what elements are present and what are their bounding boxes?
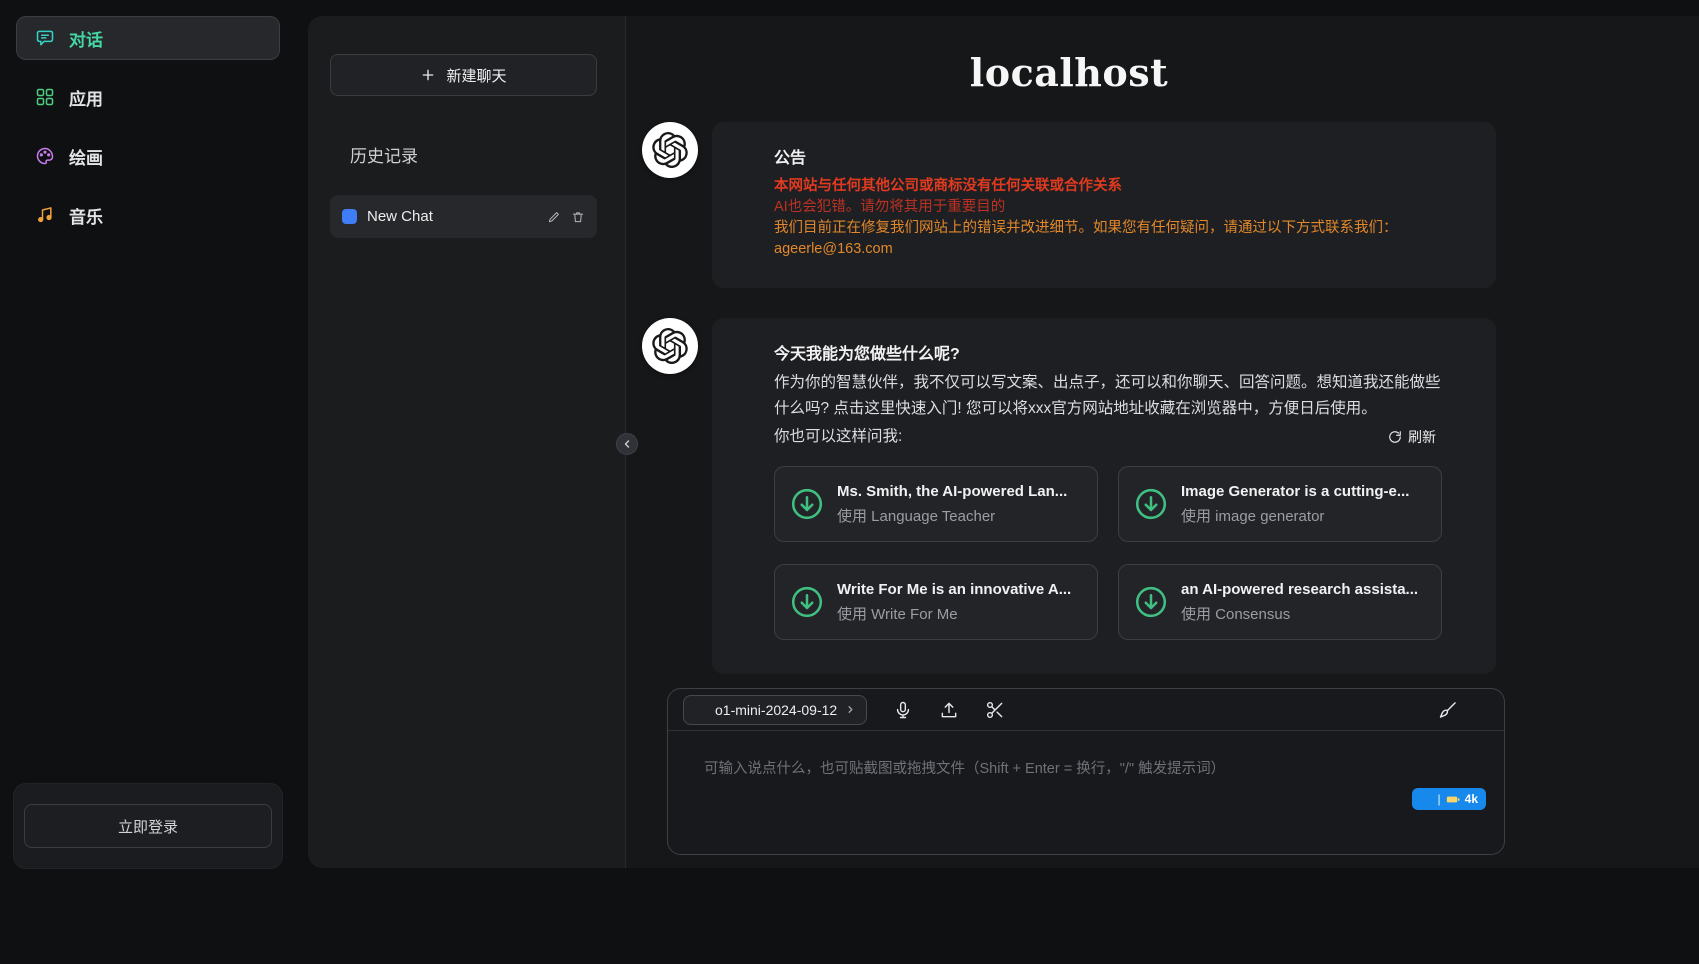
suggestion-subtitle: 使用 Consensus [1181, 603, 1418, 624]
sidebar-item-label: 音乐 [69, 203, 103, 228]
suggestion-card[interactable]: an AI-powered research assista... 使用 Con… [1118, 564, 1442, 640]
suggestion-title: Write For Me is an innovative A... [837, 581, 1071, 598]
refresh-button[interactable]: 刷新 [1382, 426, 1442, 448]
token-count: 4k [1465, 792, 1478, 806]
message-input[interactable] [668, 731, 1504, 854]
apps-grid-icon [35, 87, 55, 107]
collapse-sidebar-button[interactable] [616, 433, 638, 455]
openai-logo-icon [652, 328, 688, 364]
chat-list-panel: 新建聊天 历史记录 New Chat [308, 16, 626, 868]
assistant-avatar [642, 318, 698, 374]
model-name: o1-mini-2024-09-12 [715, 702, 837, 718]
openai-logo-icon [652, 132, 688, 168]
welcome-message-bubble: 今天我能为您做些什么呢? 作为你的智慧伙伴，我不仅可以写文案、出点子，还可以和你… [712, 318, 1496, 674]
history-item[interactable]: New Chat [330, 195, 597, 238]
send-icon [1420, 793, 1433, 806]
new-chat-button[interactable]: 新建聊天 [330, 54, 597, 96]
message-scroll-area[interactable]: localhost 公告 本网站与任何其他公司或商标没有任何关联或合作关系 A [626, 16, 1699, 688]
upload-button[interactable] [939, 700, 959, 720]
history-item-actions [547, 210, 585, 224]
music-note-icon [35, 205, 55, 225]
composer-toolbar: o1-mini-2024-09-12 [668, 689, 1504, 731]
sidebar-item-label: 对话 [69, 26, 103, 51]
sidebar-item-label: 应用 [69, 85, 103, 110]
history-item-title: New Chat [367, 208, 537, 225]
composer: o1-mini-2024-09-12 [667, 688, 1505, 855]
workspace: 新建聊天 历史记录 New Chat [308, 16, 1699, 868]
sidebar: 对话 应用 绘画 [0, 0, 308, 964]
page-title: localhost [626, 48, 1512, 98]
clear-context-button[interactable] [1438, 700, 1458, 720]
announcement-message-bubble: 公告 本网站与任何其他公司或商标没有任何关联或合作关系 AI也会犯错。请勿将其用… [712, 122, 1496, 288]
palette-icon [35, 146, 55, 166]
suggestion-grid: Ms. Smith, the AI-powered Lan... 使用 Lang… [774, 466, 1442, 640]
scissors-button[interactable] [985, 700, 1005, 720]
suggestion-card[interactable]: Image Generator is a cutting-e... 使用 ima… [1118, 466, 1442, 542]
welcome-body: 作为你的智慧伙伴，我不仅可以写文案、出点子，还可以和你聊天、回答问题。想知道我还… [774, 370, 1442, 422]
refresh-label: 刷新 [1408, 427, 1436, 447]
sidebar-item-paint[interactable]: 绘画 [16, 134, 280, 178]
plus-icon [420, 67, 436, 83]
assistant-avatar [642, 122, 698, 178]
suggestion-title: Image Generator is a cutting-e... [1181, 483, 1409, 500]
welcome-heading: 今天我能为您做些什么呢? [774, 340, 1442, 364]
suggestion-card[interactable]: Ms. Smith, the AI-powered Lan... 使用 Lang… [774, 466, 1098, 542]
announcement-line: AI也会犯错。请勿将其用于重要目的 [774, 197, 1422, 218]
suggestion-title: an AI-powered research assista... [1181, 581, 1418, 598]
download-circle-icon [789, 584, 825, 620]
refresh-icon [1388, 430, 1402, 444]
download-circle-icon [789, 486, 825, 522]
sidebar-item-apps[interactable]: 应用 [16, 75, 280, 119]
suggestion-subtitle: 使用 image generator [1181, 505, 1409, 526]
contact-email[interactable]: ageerle@163.com [774, 239, 1422, 260]
main-panel: localhost 公告 本网站与任何其他公司或商标没有任何关联或合作关系 A [626, 16, 1699, 868]
sparkle-icon [694, 703, 707, 716]
download-circle-icon [1133, 486, 1169, 522]
delete-chat-button[interactable] [571, 210, 585, 224]
battery-icon [1446, 794, 1460, 805]
ask-hint: 你也可以这样问我: [774, 424, 902, 450]
send-token-badge[interactable]: | 4k [1412, 788, 1486, 810]
chat-icon [35, 28, 55, 48]
chat-color-badge [342, 209, 357, 224]
new-chat-label: 新建聊天 [446, 65, 506, 86]
chevron-left-icon [621, 438, 633, 450]
edit-chat-button[interactable] [547, 210, 561, 224]
assistant-message: 公告 本网站与任何其他公司或商标没有任何关联或合作关系 AI也会犯错。请勿将其用… [642, 122, 1699, 288]
announcement-line: 我们目前正在修复我们网站上的错误并改进细节。如果您有任何疑问，请通过以下方式联系… [774, 218, 1422, 239]
model-selector[interactable]: o1-mini-2024-09-12 [683, 695, 867, 725]
login-card: 立即登录 [14, 784, 282, 868]
download-circle-icon [1133, 584, 1169, 620]
sidebar-item-music[interactable]: 音乐 [16, 193, 280, 237]
suggestion-subtitle: 使用 Write For Me [837, 603, 1071, 624]
suggestion-card[interactable]: Write For Me is an innovative A... 使用 Wr… [774, 564, 1098, 640]
suggestion-title: Ms. Smith, the AI-powered Lan... [837, 483, 1067, 500]
sidebar-item-label: 绘画 [69, 144, 103, 169]
sidebar-item-chat[interactable]: 对话 [16, 16, 280, 60]
chevron-right-icon [845, 704, 856, 715]
mic-button[interactable] [893, 700, 913, 720]
suggestion-subtitle: 使用 Language Teacher [837, 505, 1067, 526]
announcement-heading: 公告 [774, 144, 1422, 168]
login-button[interactable]: 立即登录 [24, 804, 272, 848]
history-title: 历史记录 [350, 142, 599, 167]
composer-body: | 4k [668, 731, 1504, 854]
announcement-line: 本网站与任何其他公司或商标没有任何关联或合作关系 [774, 176, 1422, 197]
assistant-message: 今天我能为您做些什么呢? 作为你的智慧伙伴，我不仅可以写文案、出点子，还可以和你… [642, 318, 1699, 674]
